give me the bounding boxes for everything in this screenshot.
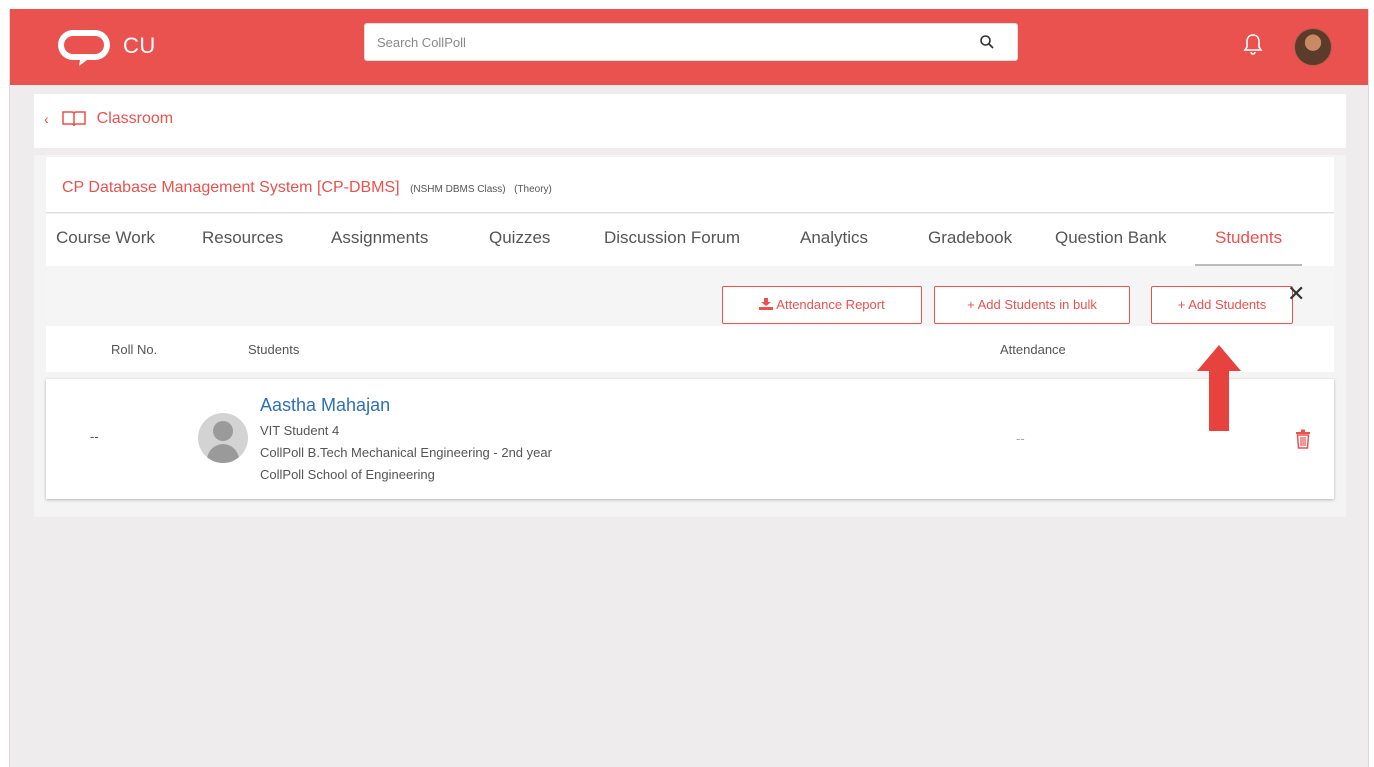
download-icon bbox=[759, 298, 774, 311]
speech-bubble-logo-icon bbox=[58, 30, 110, 66]
chevron-left-icon[interactable]: ‹ bbox=[44, 111, 49, 127]
column-header-roll: Roll No. bbox=[111, 342, 158, 357]
tab-students[interactable]: Students bbox=[1195, 214, 1303, 266]
course-panel: CP Database Management System [CP-DBMS] … bbox=[34, 155, 1346, 517]
breadcrumb-bar: ‹ Classroom bbox=[34, 94, 1346, 148]
tab-question-bank[interactable]: Question Bank bbox=[1055, 214, 1167, 266]
add-students-button[interactable]: + Add Students bbox=[1151, 286, 1293, 324]
book-icon bbox=[61, 111, 86, 127]
attendance-report-label: Attendance Report bbox=[776, 297, 885, 312]
arrow-up-icon bbox=[1197, 345, 1241, 431]
user-avatar[interactable] bbox=[1294, 28, 1332, 66]
course-title: CP Database Management System [CP-DBMS] bbox=[62, 179, 400, 196]
search-icon[interactable] bbox=[979, 34, 995, 50]
top-navbar: CU bbox=[10, 9, 1368, 85]
add-students-bulk-button[interactable]: + Add Students in bulk bbox=[934, 286, 1130, 324]
course-tabs: Course Work Resources Assignments Quizze… bbox=[46, 214, 1334, 266]
tab-quizzes[interactable]: Quizzes bbox=[489, 214, 550, 266]
close-icon[interactable]: ✕ bbox=[1287, 283, 1305, 305]
course-class-name: (NSHM DBMS Class) bbox=[410, 184, 506, 195]
tab-course-work[interactable]: Course Work bbox=[56, 214, 155, 266]
student-avatar bbox=[198, 413, 248, 463]
student-school: CollPoll School of Engineering bbox=[260, 467, 435, 482]
search-box bbox=[364, 23, 1018, 61]
student-program: CollPoll B.Tech Mechanical Engineering -… bbox=[260, 445, 552, 460]
bell-icon[interactable] bbox=[1243, 33, 1263, 55]
tab-gradebook[interactable]: Gradebook bbox=[928, 214, 1012, 266]
attendance-value: -- bbox=[1016, 431, 1025, 446]
person-placeholder-icon bbox=[206, 421, 240, 463]
student-name-link[interactable]: Aastha Mahajan bbox=[260, 395, 390, 416]
course-header: CP Database Management System [CP-DBMS] … bbox=[46, 157, 1334, 213]
roll-number: -- bbox=[90, 429, 99, 444]
table-row: -- Aastha Mahajan VIT Student 4 CollPoll… bbox=[46, 379, 1334, 499]
brand-logo[interactable]: CU bbox=[53, 24, 156, 68]
tab-assignments[interactable]: Assignments bbox=[331, 214, 428, 266]
brand-name: CU bbox=[123, 33, 156, 58]
table-header: Roll No. Students Attendance bbox=[46, 326, 1334, 372]
tab-resources[interactable]: Resources bbox=[202, 214, 283, 266]
breadcrumb[interactable]: ‹ Classroom bbox=[44, 110, 173, 128]
column-header-attendance: Attendance bbox=[1000, 342, 1066, 357]
column-header-students: Students bbox=[248, 342, 300, 357]
breadcrumb-label[interactable]: Classroom bbox=[97, 110, 173, 128]
app-window: CU ‹ Classroom CP Database Management S bbox=[9, 9, 1369, 767]
search-input[interactable] bbox=[377, 24, 967, 60]
student-id: VIT Student 4 bbox=[260, 423, 340, 438]
tab-discussion-forum[interactable]: Discussion Forum bbox=[604, 214, 740, 266]
attendance-report-button[interactable]: Attendance Report bbox=[722, 286, 922, 324]
tab-analytics[interactable]: Analytics bbox=[800, 214, 868, 266]
course-type: (Theory) bbox=[514, 184, 552, 195]
trash-icon[interactable] bbox=[1295, 429, 1311, 449]
students-toolbar bbox=[46, 266, 1334, 326]
